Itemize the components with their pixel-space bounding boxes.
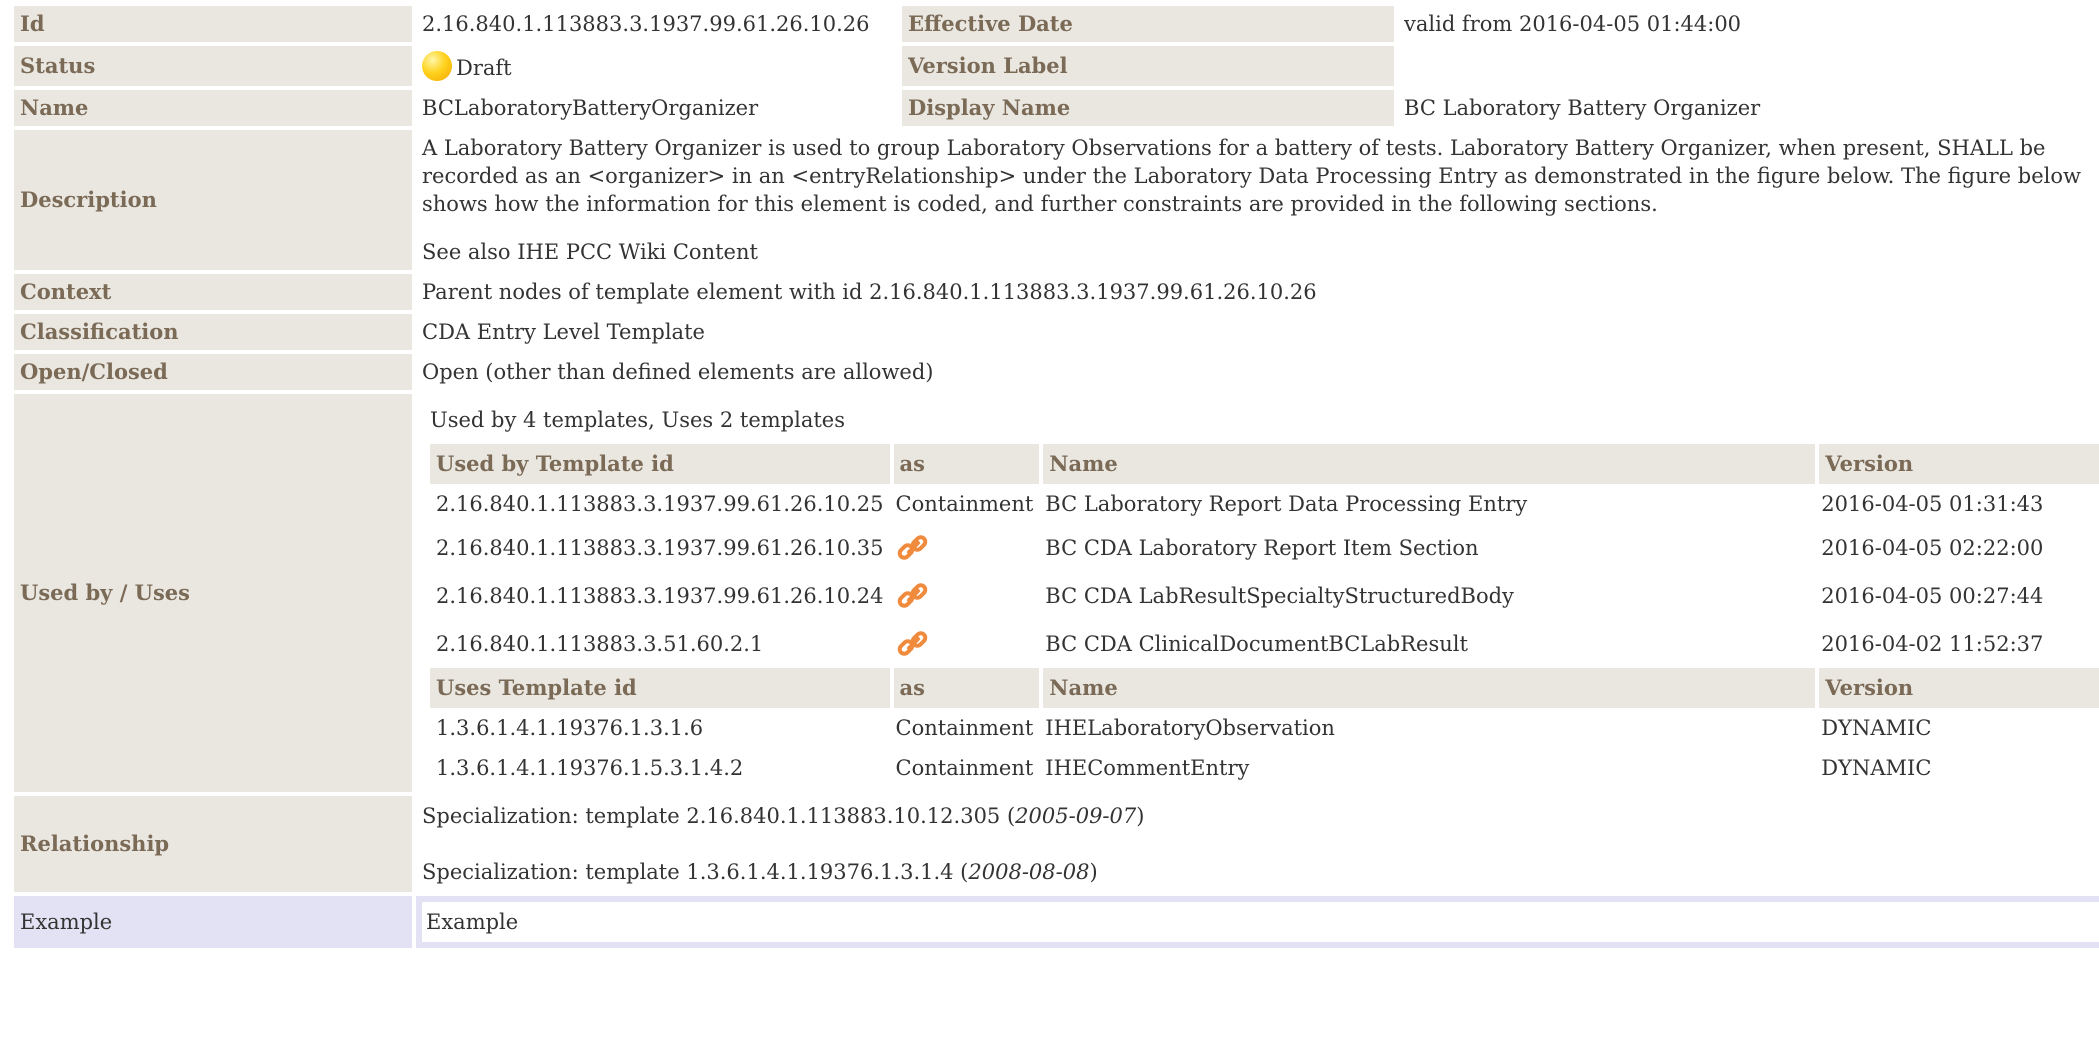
description-text: A Laboratory Battery Organizer is used t… [422,136,2081,216]
relationship-item-date: 2005-09-07 [1015,804,1137,828]
relationship-label: Relationship [14,796,412,892]
relationship-item[interactable]: Specialization: template 1.3.6.1.4.1.193… [422,858,2099,886]
uses-row[interactable]: 1.3.6.1.4.1.19376.1.3.1.6 Containment IHEL… [430,708,2099,748]
uses-header-version: Version [1815,668,2099,708]
version-cell: DYNAMIC [1821,716,1932,740]
as-cell: Containment [895,492,1034,516]
display-name-label: Display Name [902,90,1394,126]
used-by-header-row: Used by Template id as Name Version [430,444,2099,484]
template-name-cell[interactable]: BC Laboratory Report Data Processing Ent… [1039,484,1815,524]
name-row: Name BCLaboratoryBatteryOrganizer Displa… [14,90,2099,126]
uses-header-name: Name [1039,668,1816,708]
display-name-value: BC Laboratory Battery Organizer [1404,96,1761,120]
open-closed-value: Open (other than defined elements are al… [422,360,934,384]
id-label: Id [14,6,412,42]
context-value: Parent nodes of template element with id… [422,280,1317,304]
used-by-row-item[interactable]: 2.16.840.1.113883.3.1937.99.61.26.10.25 C… [430,484,2099,524]
as-cell: Containment [895,756,1034,780]
status-label: Status [14,46,412,86]
template-name-cell[interactable]: IHECommentEntry [1039,748,1815,788]
status-text: Draft [456,55,512,80]
version-cell: 2016-04-05 02:22:00 [1821,536,2044,560]
relationship-value: Specialization: template 2.16.840.1.1138… [416,796,2099,892]
as-cell [890,572,1040,620]
as-cell [890,524,1040,572]
relationship-item-suffix: ) [1089,860,1098,884]
used-by-header-name: Name [1039,444,1816,484]
id-value: 2.16.840.1.113883.3.1937.99.61.26.10.26 [422,12,870,36]
version-cell: 2016-04-05 00:27:44 [1821,584,2044,608]
template-id-cell[interactable]: 2.16.840.1.113883.3.1937.99.61.26.10.35 [430,524,890,572]
used-by-summary: Used by 4 templates, Uses 2 templates [430,408,845,432]
used-by-table: Used by Template id as Name Version 2.16… [430,444,2099,788]
uses-header-row: Uses Template id as Name Version [430,668,2099,708]
see-also-link[interactable]: See also IHE PCC Wiki Content [422,238,2099,266]
context-row: Context Parent nodes of template element… [14,274,2099,310]
draft-status-icon [422,50,452,81]
uses-header-id: Uses Template id [430,668,890,708]
example-box[interactable]: Example [422,902,2099,942]
used-by-value: Used by 4 templates, Uses 2 templates Us… [416,394,2099,792]
example-value: Example [416,896,2099,948]
classification-label: Classification [14,314,412,350]
template-id-cell[interactable]: 1.3.6.1.4.1.19376.1.5.3.1.4.2 [430,748,890,788]
relationship-item[interactable]: Specialization: template 2.16.840.1.1138… [422,802,2099,830]
as-cell [890,620,1040,668]
status-row: Status Draft Version Label [14,46,2099,86]
description-value: A Laboratory Battery Organizer is used t… [416,130,2099,270]
template-name-cell[interactable]: BC CDA Laboratory Report Item Section [1039,524,1815,572]
relationship-item-text: Specialization: template 1.3.6.1.4.1.193… [422,860,969,884]
effective-date-value: valid from 2016-04-05 01:44:00 [1404,12,1742,36]
template-id-cell[interactable]: 1.3.6.1.4.1.19376.1.3.1.6 [430,708,890,748]
used-by-header-as: as [889,444,1040,484]
template-id-cell[interactable]: 2.16.840.1.113883.3.1937.99.61.26.10.25 [430,484,890,524]
link-icon[interactable] [896,530,932,566]
used-by-header-id: Used by Template id [430,444,890,484]
relationship-row: Relationship Specialization: template 2.… [14,796,2099,892]
relationship-item-suffix: ) [1136,804,1145,828]
as-cell: Containment [895,716,1034,740]
template-name-cell[interactable]: BC CDA LabResultSpecialtyStructuredBody [1039,572,1815,620]
used-by-row-item[interactable]: 2.16.840.1.113883.3.1937.99.61.26.10.24 B… [430,572,2099,620]
used-by-header-version: Version [1815,444,2099,484]
description-label: Description [14,130,412,270]
link-icon[interactable] [896,578,932,614]
template-id-cell[interactable]: 2.16.840.1.113883.3.1937.99.61.26.10.24 [430,572,890,620]
relationship-item-date: 2008-08-08 [968,860,1090,884]
template-name-cell[interactable]: BC CDA ClinicalDocumentBCLabResult [1039,620,1815,668]
relationship-item-text: Specialization: template 2.16.840.1.1138… [422,804,1016,828]
used-by-row-item[interactable]: 2.16.840.1.113883.3.1937.99.61.26.10.35 B… [430,524,2099,572]
uses-header-as: as [889,668,1040,708]
name-value: BCLaboratoryBatteryOrganizer [422,96,759,120]
open-closed-row: Open/Closed Open (other than defined ele… [14,354,2099,390]
open-closed-label: Open/Closed [14,354,412,390]
version-cell: DYNAMIC [1821,756,1932,780]
version-cell: 2016-04-05 01:31:43 [1821,492,2044,516]
example-label: Example [14,896,412,948]
context-label: Context [14,274,412,310]
example-row: Example Example [14,896,2099,948]
description-row: Description A Laboratory Battery Organiz… [14,130,2099,270]
used-by-label: Used by / Uses [14,394,412,792]
classification-row: Classification CDA Entry Level Template [14,314,2099,350]
id-row: Id 2.16.840.1.113883.3.1937.99.61.26.10.… [14,6,2099,42]
template-id-cell[interactable]: 2.16.840.1.113883.3.51.60.2.1 [430,620,890,668]
template-properties-table: Id 2.16.840.1.113883.3.1937.99.61.26.10.… [10,2,2099,952]
version-cell: 2016-04-02 11:52:37 [1821,632,2044,656]
link-icon[interactable] [896,626,932,662]
name-label: Name [14,90,412,126]
classification-value: CDA Entry Level Template [422,320,705,344]
used-by-row: Used by / Uses Used by 4 templates, Uses… [14,394,2099,792]
template-detail-page: Id 2.16.840.1.113883.3.1937.99.61.26.10.… [0,2,2099,1046]
used-by-row-item[interactable]: 2.16.840.1.113883.3.51.60.2.1 BC CDA Clin… [430,620,2099,668]
version-label-label: Version Label [902,46,1394,86]
version-label-value [1398,46,2099,86]
template-name-cell[interactable]: IHELaboratoryObservation [1039,708,1815,748]
status-value: Draft [416,46,898,86]
uses-row[interactable]: 1.3.6.1.4.1.19376.1.5.3.1.4.2 Containment… [430,748,2099,788]
effective-date-label: Effective Date [902,6,1394,42]
